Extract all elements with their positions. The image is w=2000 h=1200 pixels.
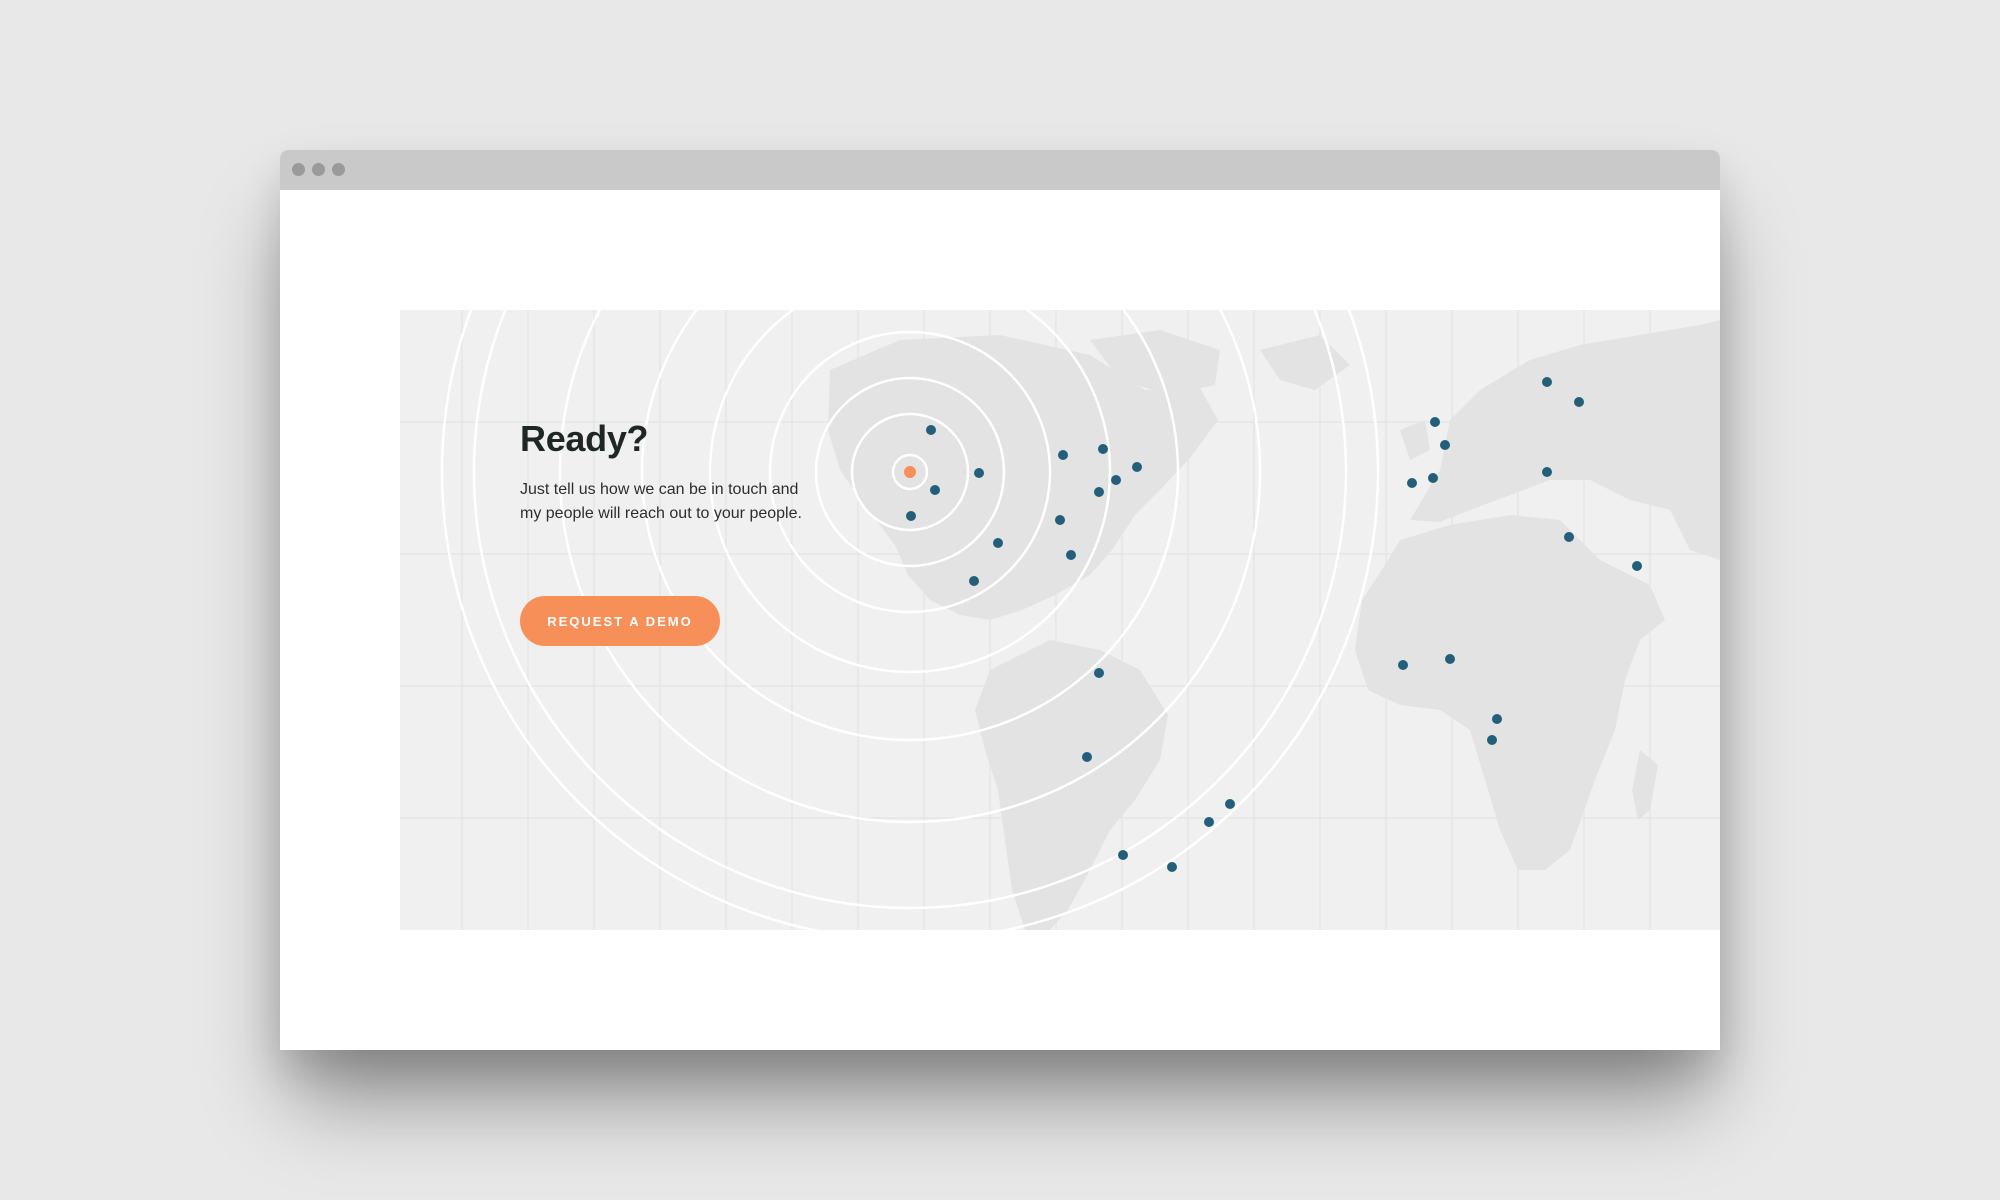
location-pin-dot	[1407, 478, 1417, 488]
location-pin-dot	[1632, 561, 1642, 571]
location-pin-dot	[1118, 850, 1128, 860]
location-pin-dot	[1132, 462, 1142, 472]
location-pin-dot	[1487, 735, 1497, 745]
location-pin-dot	[1094, 487, 1104, 497]
location-pin-dot	[1428, 473, 1438, 483]
hero-copy: Ready? Just tell us how we can be in tou…	[520, 418, 820, 646]
hero-section: Ready? Just tell us how we can be in tou…	[400, 310, 1720, 930]
location-pin-dot	[906, 511, 916, 521]
location-pin-dot	[1204, 817, 1214, 827]
location-pin-dot	[1398, 660, 1408, 670]
window-titlebar	[280, 150, 1720, 190]
location-pin-dot	[1445, 654, 1455, 664]
location-pin-dot	[993, 538, 1003, 548]
location-pin-dot	[1058, 450, 1068, 460]
location-pin-dot	[1094, 668, 1104, 678]
window-control-dot-maximize[interactable]	[332, 163, 345, 176]
location-pin-dot	[930, 485, 940, 495]
location-pin-dot	[1111, 475, 1121, 485]
location-pin-dot	[1066, 550, 1076, 560]
land-masses	[828, 320, 1720, 930]
location-pin-dot	[1564, 532, 1574, 542]
location-pin-dot	[1574, 397, 1584, 407]
location-pin-dot	[1167, 862, 1177, 872]
origin-pin-dot	[904, 466, 916, 478]
hero-description: Just tell us how we can be in touch and …	[520, 481, 802, 522]
location-pin-dot	[1440, 440, 1450, 450]
location-pin-dot	[1225, 799, 1235, 809]
location-pin-dot	[1430, 417, 1440, 427]
location-pin-dot	[1082, 752, 1092, 762]
location-pin-dot	[1098, 444, 1108, 454]
location-pin-dot	[926, 425, 936, 435]
request-demo-button[interactable]: REQUEST A DEMO	[520, 596, 720, 646]
hero-headline: Ready?	[520, 418, 649, 459]
browser-window: Ready? Just tell us how we can be in tou…	[280, 150, 1720, 1050]
location-pin-dot	[1542, 467, 1552, 477]
window-control-dot-minimize[interactable]	[312, 163, 325, 176]
window-control-dot-close[interactable]	[292, 163, 305, 176]
location-pin-dot	[1542, 377, 1552, 387]
location-pin-dot	[1492, 714, 1502, 724]
location-pin-dot	[974, 468, 984, 478]
location-pin-dot	[1055, 515, 1065, 525]
location-pin-dot	[969, 576, 979, 586]
